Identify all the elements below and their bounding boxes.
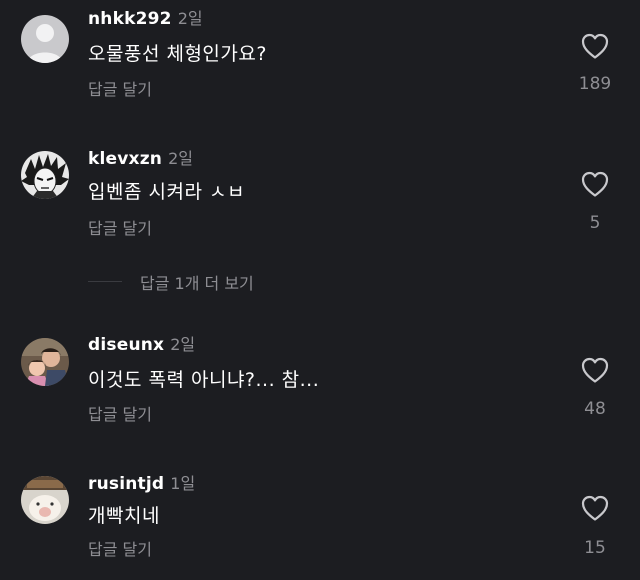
- like-count: 15: [584, 538, 606, 558]
- comment-meta: nhkk292 2일: [88, 8, 203, 30]
- timestamp: 1일: [170, 474, 196, 493]
- like-button[interactable]: [580, 494, 610, 522]
- reply-button[interactable]: 답글 달기: [88, 218, 152, 240]
- username[interactable]: nhkk292: [88, 9, 172, 29]
- heart-outline-icon: [581, 357, 609, 383]
- view-more-replies-label[interactable]: 답글 1개 더 보기: [140, 270, 254, 294]
- like-button[interactable]: [580, 356, 610, 384]
- reply-button[interactable]: 답글 달기: [88, 404, 152, 426]
- heart-outline-icon: [581, 495, 609, 521]
- heart-outline-icon: [581, 171, 609, 197]
- pet-avatar: [21, 476, 69, 524]
- reply-button[interactable]: 답글 달기: [88, 79, 152, 101]
- comment-meta: klevxzn 2일: [88, 148, 193, 170]
- username[interactable]: rusintjd: [88, 474, 164, 494]
- timestamp: 2일: [170, 335, 196, 354]
- username[interactable]: klevxzn: [88, 149, 162, 169]
- like-count: 189: [578, 74, 612, 94]
- comment-text: 입벤좀 시켜라 ㅅㅂ: [88, 181, 245, 203]
- avatar[interactable]: [21, 15, 69, 63]
- comment-meta: diseunx 2일: [88, 334, 195, 356]
- avatar[interactable]: [21, 476, 69, 524]
- default-avatar-icon: [21, 15, 69, 63]
- like-button[interactable]: [580, 170, 610, 198]
- heart-outline-icon: [581, 33, 609, 59]
- avatar[interactable]: [21, 151, 69, 199]
- like-count: 5: [589, 213, 601, 233]
- comment-text: 이것도 폭력 아니냐?... 참...: [88, 369, 320, 391]
- username[interactable]: diseunx: [88, 335, 164, 355]
- timestamp: 2일: [177, 9, 203, 28]
- comment-text: 오물풍선 체형인가요?: [88, 43, 267, 65]
- divider-line: [88, 281, 122, 282]
- like-button[interactable]: [580, 32, 610, 60]
- timestamp: 2일: [168, 149, 194, 168]
- manga-character-avatar: [21, 151, 69, 199]
- comment-text: 개빡치네: [88, 505, 160, 527]
- photo-avatar: [21, 338, 69, 386]
- view-more-replies[interactable]: 답글 1개 더 보기: [88, 268, 308, 294]
- comment-meta: rusintjd 1일: [88, 473, 195, 495]
- reply-button[interactable]: 답글 달기: [88, 539, 152, 561]
- avatar[interactable]: [21, 338, 69, 386]
- like-count: 48: [584, 399, 606, 419]
